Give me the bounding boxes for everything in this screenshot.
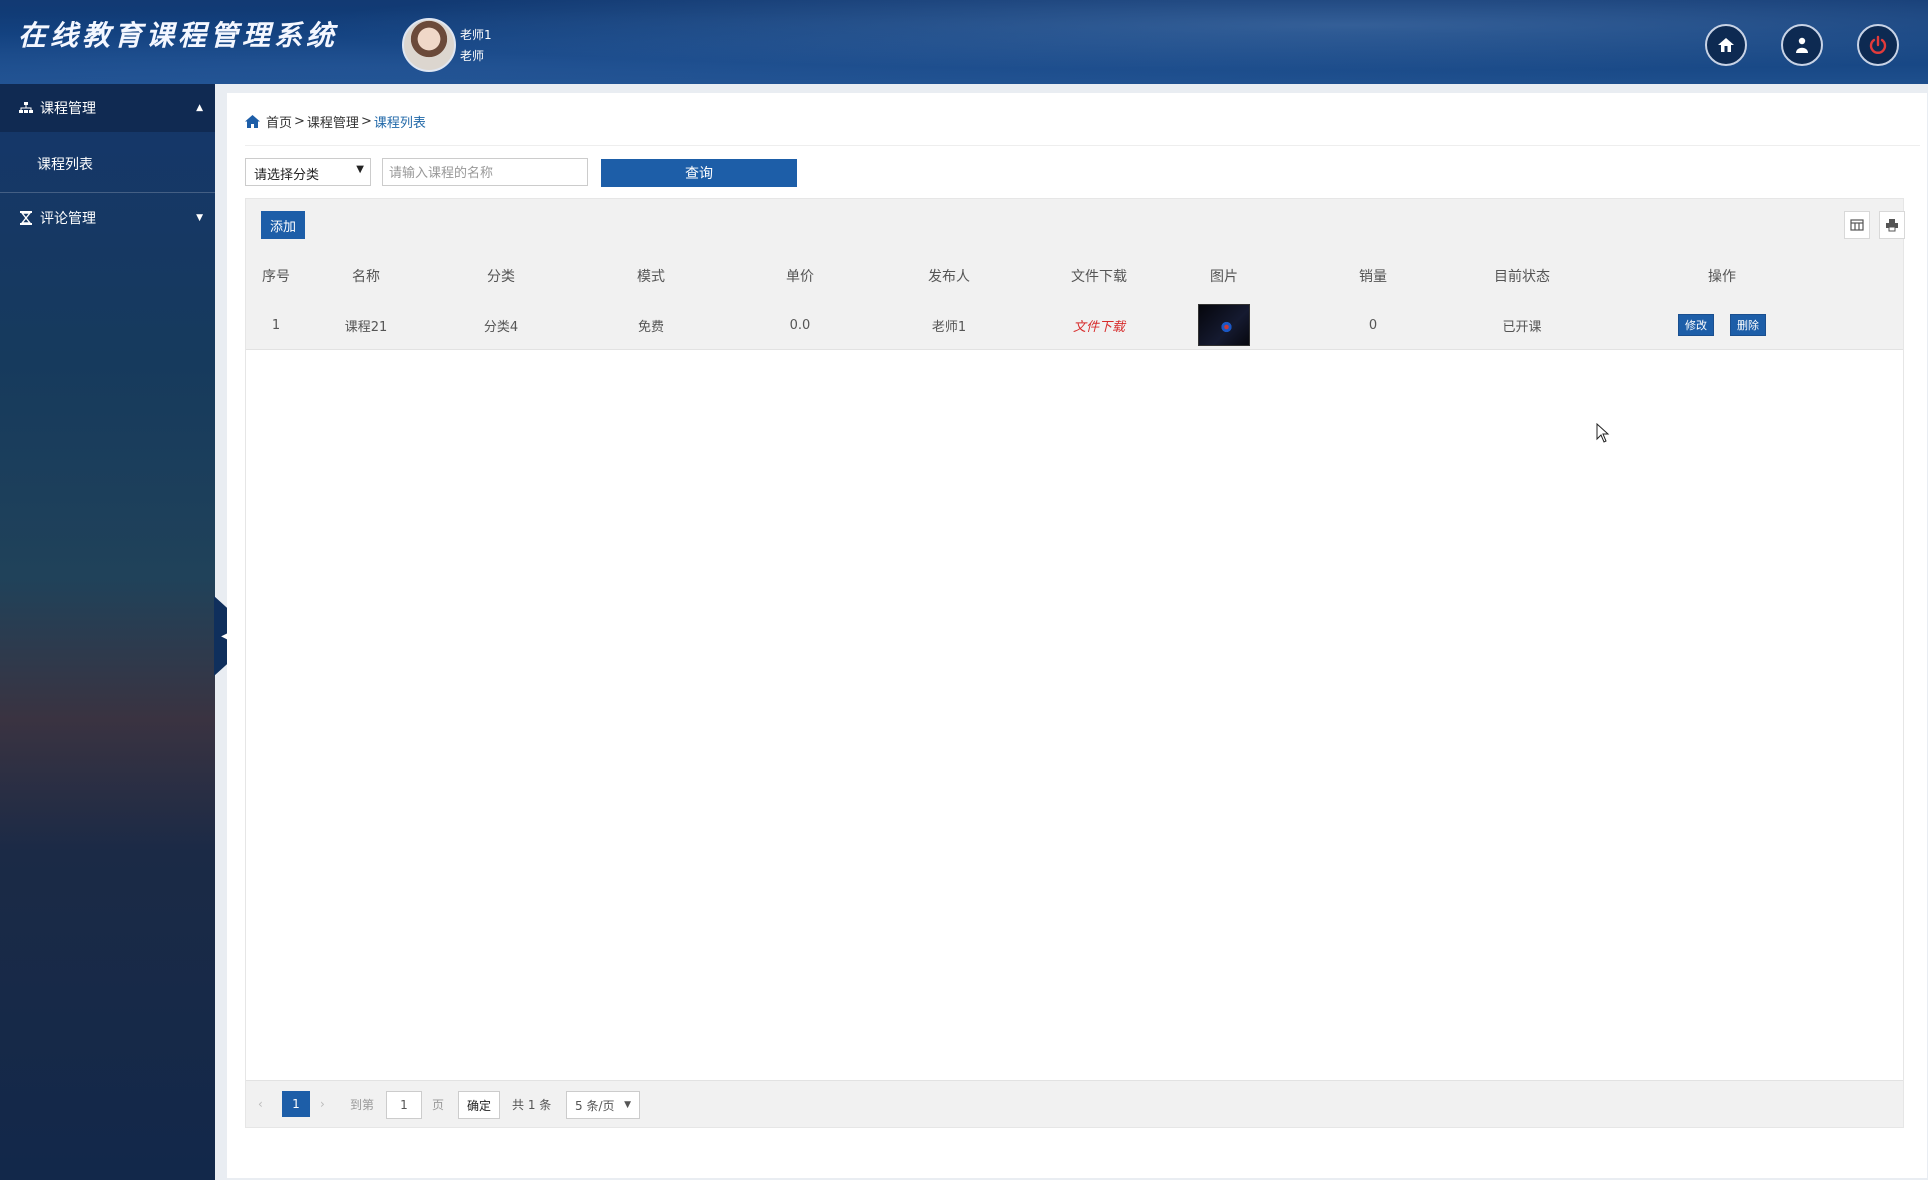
power-icon bbox=[1869, 35, 1887, 54]
query-button[interactable]: 查询 bbox=[601, 159, 797, 187]
table-toolbar: 添加 bbox=[246, 199, 1905, 251]
course-thumbnail[interactable] bbox=[1198, 304, 1250, 346]
page-size-select[interactable]: 5 条/页 ▼ bbox=[566, 1091, 640, 1119]
column-header: 销量 bbox=[1359, 269, 1387, 285]
hourglass-icon bbox=[18, 210, 34, 226]
total-count: 共 1 条 bbox=[512, 1097, 552, 1112]
sidebar-menu-course[interactable]: 课程管理 ▲ bbox=[0, 84, 215, 132]
app-title: 在线教育课程管理系统 bbox=[18, 19, 339, 52]
breadcrumb: 首页 > 课程管理 > 课程列表 bbox=[245, 112, 426, 131]
column-header: 单价 bbox=[786, 269, 814, 285]
user-role: 老师 bbox=[460, 49, 485, 63]
cell-image bbox=[1174, 301, 1274, 349]
column-header: 发布人 bbox=[928, 269, 970, 285]
breadcrumb-current: 课程列表 bbox=[373, 116, 426, 131]
user-name: 老师1 bbox=[460, 28, 492, 42]
home-icon bbox=[245, 115, 260, 128]
page-jump-input[interactable]: 1 bbox=[386, 1091, 422, 1119]
sitemap-icon bbox=[18, 100, 34, 116]
cell-status: 已开课 bbox=[1502, 319, 1542, 335]
cell-publisher: 老师1 bbox=[931, 319, 967, 335]
next-page-icon[interactable]: › bbox=[320, 1091, 325, 1117]
breadcrumb-separator: > bbox=[360, 114, 372, 129]
column-header: 文件下载 bbox=[1071, 269, 1127, 285]
dropdown-arrow-icon: ▼ bbox=[624, 1100, 631, 1110]
edit-button[interactable]: 修改 bbox=[1678, 314, 1714, 336]
sidebar: 课程管理 ▲ 课程列表 评论管理 ▼ bbox=[0, 84, 215, 1180]
print-icon bbox=[1886, 219, 1898, 232]
column-header: 模式 bbox=[637, 269, 665, 285]
sidebar-menu-label: 评论管理 bbox=[40, 211, 96, 227]
cell-index: 1 bbox=[271, 317, 281, 333]
cell-actions: 修改 删除 bbox=[1572, 301, 1872, 349]
table-header: 序号 名称 分类 模式 单价 发布人 文件下载 图片 销量 目前状态 操作 bbox=[246, 251, 1903, 301]
sidebar-item-course-list[interactable]: 课程列表 bbox=[37, 154, 93, 174]
column-header: 分类 bbox=[487, 269, 515, 285]
table-row: 1 课程21 分类4 免费 0.0 老师1 文件下载 0 已开课 修改 删除 bbox=[246, 301, 1903, 350]
cell-category: 分类4 bbox=[483, 319, 519, 335]
breadcrumb-section[interactable]: 课程管理 bbox=[307, 112, 359, 131]
category-select[interactable]: 请选择分类 ▼ bbox=[245, 158, 371, 186]
cell-name: 课程21 bbox=[344, 319, 388, 335]
cell-price: 0.0 bbox=[789, 317, 811, 333]
top-header: 在线教育课程管理系统 老师1 老师 bbox=[0, 0, 1928, 84]
breadcrumb-separator: > bbox=[294, 114, 305, 129]
dropdown-arrow-icon: ▼ bbox=[356, 164, 364, 175]
column-header: 目前状态 bbox=[1494, 269, 1550, 285]
avatar[interactable] bbox=[402, 18, 456, 72]
sidebar-menu-label: 课程管理 bbox=[40, 101, 96, 117]
breadcrumb-divider bbox=[245, 145, 1920, 146]
profile-button[interactable] bbox=[1781, 24, 1823, 66]
cell-sales: 0 bbox=[1368, 317, 1378, 333]
home-button[interactable] bbox=[1705, 24, 1747, 66]
page-jump-confirm-button[interactable]: 确定 bbox=[458, 1091, 501, 1119]
cell-mode: 免费 bbox=[637, 319, 664, 335]
goto-label: 到第 bbox=[350, 1097, 375, 1112]
mouse-cursor-icon bbox=[1596, 423, 1610, 443]
delete-button[interactable]: 删除 bbox=[1730, 314, 1766, 336]
columns-toggle-button[interactable] bbox=[1844, 211, 1870, 239]
category-select-value: 请选择分类 bbox=[254, 168, 320, 183]
caret-up-icon: ▲ bbox=[196, 103, 203, 113]
print-button[interactable] bbox=[1879, 211, 1905, 239]
column-header: 名称 bbox=[352, 269, 380, 285]
columns-icon bbox=[1850, 219, 1864, 231]
column-header: 序号 bbox=[262, 269, 290, 285]
course-name-input[interactable] bbox=[382, 158, 588, 186]
sidebar-divider bbox=[0, 192, 215, 193]
page-size-value: 5 条/页 bbox=[575, 1098, 615, 1113]
page-number-current[interactable]: 1 bbox=[282, 1091, 310, 1117]
user-icon bbox=[1796, 37, 1808, 53]
prev-page-icon[interactable]: ‹ bbox=[258, 1091, 263, 1117]
home-icon bbox=[1718, 38, 1734, 52]
add-button[interactable]: 添加 bbox=[261, 211, 305, 239]
logout-button[interactable] bbox=[1857, 24, 1899, 66]
column-header: 操作 bbox=[1708, 269, 1736, 285]
file-download-link[interactable]: 文件下载 bbox=[1024, 301, 1174, 349]
column-header: 图片 bbox=[1210, 269, 1238, 285]
page-unit-label: 页 bbox=[432, 1097, 445, 1112]
course-table-panel: 添加 序号 名称 分类 模式 单价 发布人 文件下载 图片 销量 目前状态 操作… bbox=[245, 198, 1905, 1128]
breadcrumb-home[interactable]: 首页 bbox=[266, 112, 292, 131]
pagination: ‹ 1 › 到第 1 页 确定 共 1 条 5 条/页 ▼ bbox=[246, 1080, 1903, 1127]
sidebar-menu-comment[interactable]: 评论管理 ▼ bbox=[0, 194, 215, 242]
caret-down-icon: ▼ bbox=[196, 213, 203, 223]
main-content: 首页 > 课程管理 > 课程列表 请选择分类 ▼ 查询 添加 序号 名称 分类 … bbox=[227, 93, 1927, 1178]
